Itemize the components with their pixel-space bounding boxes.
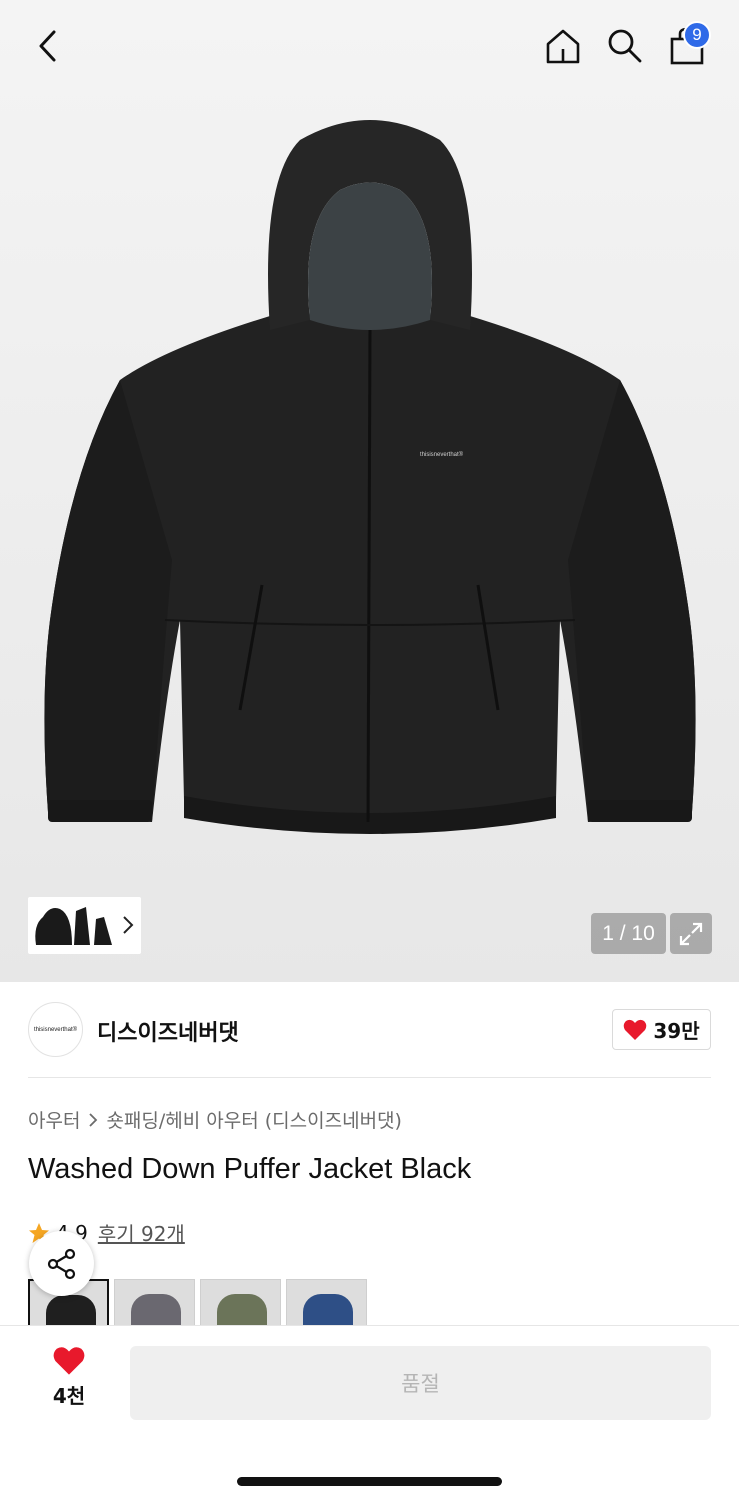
product-image-gallery[interactable]: thisisneverthat®: [0, 0, 739, 982]
brand-row[interactable]: thisisneverthat® 디스이즈네버댓 39만: [28, 1002, 711, 1058]
swatch-grey[interactable]: [114, 1279, 195, 1325]
brand-logo[interactable]: thisisneverthat®: [28, 1002, 83, 1057]
expand-icon: [679, 922, 703, 945]
brand-like-button[interactable]: 39만: [612, 1009, 711, 1050]
home-icon: [546, 29, 580, 64]
search-icon: [608, 29, 642, 63]
brand-name[interactable]: 디스이즈네버댓: [97, 1015, 239, 1047]
breadcrumb-subcategory[interactable]: 숏패딩/헤비 아우터 (디스이즈네버댓): [106, 1106, 402, 1133]
cart-count-badge: 9: [683, 21, 711, 49]
back-button[interactable]: [28, 26, 68, 66]
chevron-right-icon: [123, 916, 134, 934]
swatch-blue[interactable]: [286, 1279, 367, 1325]
chevron-right-icon: [89, 1112, 98, 1127]
swatch-olive[interactable]: [200, 1279, 281, 1325]
home-indicator: [237, 1477, 502, 1486]
expand-button[interactable]: [670, 913, 712, 954]
swatch-image: [217, 1294, 267, 1325]
swatch-image: [46, 1295, 96, 1325]
product-title: Washed Down Puffer Jacket Black: [28, 1153, 472, 1185]
share-icon: [47, 1248, 75, 1279]
image-counter: 1 / 10: [591, 913, 666, 954]
jacket-logo-print: thisisneverthat®: [420, 451, 464, 458]
search-button[interactable]: [602, 24, 648, 68]
thumbnail-image: [35, 907, 112, 945]
chevron-left-icon: [39, 30, 56, 62]
breadcrumb-category[interactable]: 아우터: [28, 1106, 80, 1133]
thumbnail-strip[interactable]: [28, 897, 141, 954]
heart-icon: [53, 1347, 85, 1375]
product-photo: thisisneverthat®: [44, 120, 696, 834]
wishlist-count: 4천: [52, 1384, 86, 1408]
swatch-image: [303, 1294, 353, 1325]
sold-out-button[interactable]: 품절: [130, 1346, 711, 1420]
home-button[interactable]: [540, 24, 586, 68]
share-button[interactable]: [29, 1231, 94, 1296]
divider: [28, 1077, 711, 1078]
brand-like-count: 39만: [653, 1019, 700, 1043]
breadcrumb: 아우터 숏패딩/헤비 아우터 (디스이즈네버댓): [28, 1106, 402, 1133]
wishlist-button[interactable]: 4천: [40, 1346, 98, 1412]
swatch-image: [131, 1294, 181, 1325]
review-count-link[interactable]: 후기 92개: [98, 1218, 185, 1247]
heart-icon: [624, 1019, 647, 1040]
